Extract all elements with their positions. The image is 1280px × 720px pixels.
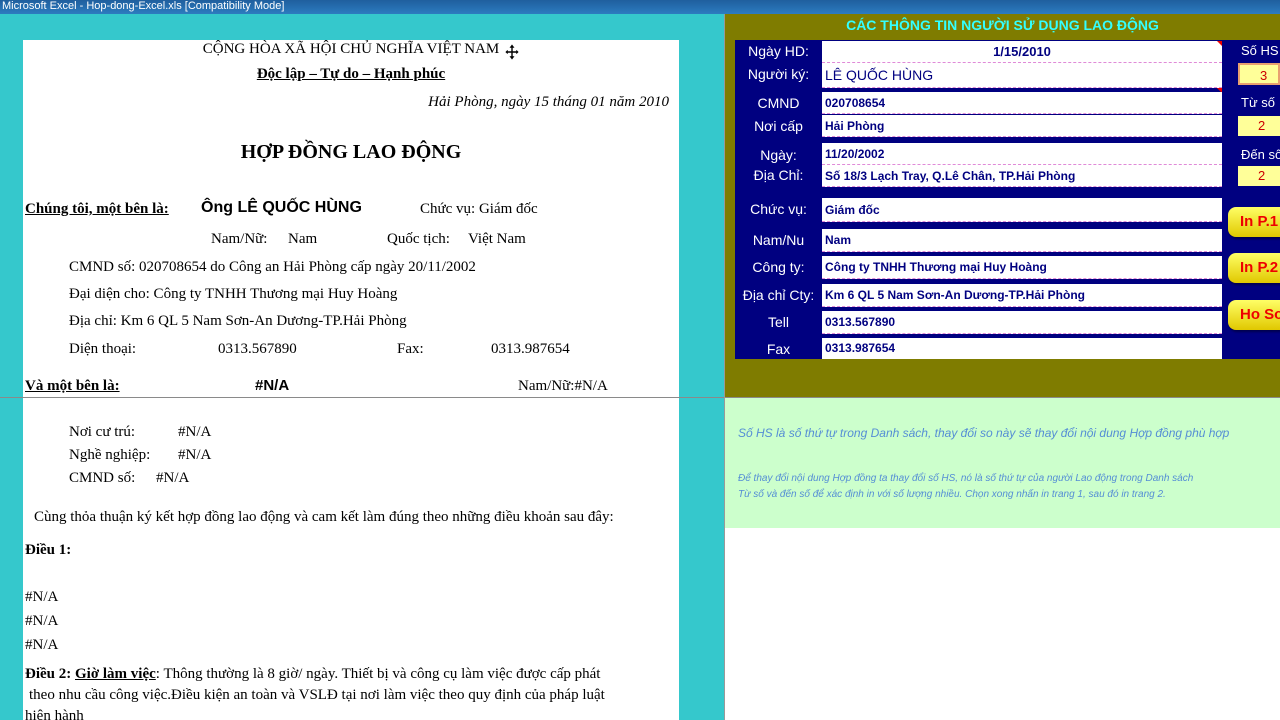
party-b-gender: Nam/Nữ:#N/A — [518, 378, 608, 394]
field-label-dia-chi-cty: Địa chỉ Cty: — [742, 287, 815, 303]
gender-value: Nam — [288, 231, 318, 247]
field-label-fax: Fax — [766, 341, 791, 357]
article-1-heading: Điều 1: — [25, 542, 72, 558]
field-label-tell: Tell — [767, 314, 789, 330]
field-label-nguoi-ky: Người ký: — [747, 66, 810, 82]
field-value-cong-ty[interactable]: Công ty TNHH Thương mại Huy Hoàng — [822, 256, 1222, 279]
field-label-cong-ty: Công ty: — [752, 259, 805, 275]
panel-title: CÁC THÔNG TIN NGƯỜI SỬ DỤNG LAO ĐỘNG — [846, 17, 1159, 33]
field-label-chuc-vu: Chức vụ: — [750, 201, 807, 217]
print-page-1-button[interactable]: In P.1 — [1228, 207, 1280, 237]
field-value-dia-chi[interactable]: Số 18/3 Lạch Tray, Q.Lê Chân, TP.Hải Phò… — [822, 165, 1222, 187]
field-label-nam-nu: Nam/Nu — [752, 232, 805, 248]
id-line: CMND số: 020708654 do Công an Hải Phòng … — [69, 259, 476, 275]
field-label-cmnd: CMND — [757, 95, 800, 111]
field-value-chuc-vu[interactable]: Giám đốc — [822, 198, 1222, 222]
tu-so-label: Từ số — [1241, 95, 1275, 110]
agreement-text: Cùng thỏa thuận ký kết hợp đồng lao động… — [34, 509, 614, 525]
motto-line-2: Độc lập – Tự do – Hạnh phúc — [256, 66, 446, 82]
window-title: Microsoft Excel - Hop-dong-Excel.xls [Co… — [0, 0, 1280, 14]
fax-value: 0313.987654 — [491, 341, 570, 357]
article-1-value-2: #N/A — [25, 613, 59, 629]
party-b-name: #N/A — [255, 377, 290, 394]
gender-label: Nam/Nữ: — [211, 231, 268, 247]
field-value-dia-chi-cty[interactable]: Km 6 QL 5 Nam Sơn-An Dương-TP.Hải Phòng — [822, 284, 1222, 307]
contract-title: HỢP ĐỒNG LAO ĐỘNG — [240, 141, 462, 163]
representative-line: Đại diện cho: Công ty TNHH Thương mại Hu… — [69, 286, 398, 302]
field-value-cmnd[interactable]: 020708654 — [822, 92, 1222, 114]
cmnd-label: CMND số: — [69, 470, 136, 486]
ho-so-button[interactable]: Ho Sơ — [1228, 300, 1280, 330]
article-2-line-2: theo nhu cầu công việc.Điều kiện an toàn… — [29, 687, 605, 703]
field-label-noi-cap: Nơi cấp — [754, 118, 803, 134]
residence-value: #N/A — [178, 424, 212, 440]
move-cursor-icon — [505, 44, 519, 60]
comment-marker — [1217, 41, 1222, 46]
phone-label: Diện thoại: — [69, 341, 137, 357]
nationality-value: Việt Nam — [468, 231, 526, 247]
field-value-ngay[interactable]: 11/20/2002 — [822, 143, 1222, 165]
party-b-label: Và một bên là: — [25, 378, 120, 394]
article-1-value-3: #N/A — [25, 637, 59, 653]
so-hs-label: Số HS — [1241, 43, 1279, 58]
instructions-box — [725, 398, 1280, 528]
job-value: #N/A — [178, 447, 212, 463]
field-label-ngay-hd: Ngày HD: — [748, 43, 809, 59]
print-page-2-button[interactable]: In P.2 — [1228, 253, 1280, 283]
note-1: Số HS là số thứ tự trong Danh sách, thay… — [738, 426, 1230, 440]
motto-line-1: CỘNG HÒA XÃ HỘI CHỦ NGHĨA VIỆT NAM — [202, 41, 500, 57]
so-hs-input[interactable]: 3 — [1238, 63, 1280, 85]
article-2-title: Giờ làm việc — [75, 666, 156, 682]
field-label-ngay: Ngày: — [760, 147, 797, 163]
den-so-input[interactable]: 2 — [1238, 166, 1280, 186]
note-3: Từ số và đến số để xác định in với số lư… — [738, 489, 1166, 500]
field-label-dia-chi: Địa Chỉ: — [753, 167, 804, 183]
field-value-nguoi-ky[interactable]: LÊ QUỐC HÙNG — [822, 63, 1222, 88]
phone-value: 0313.567890 — [218, 341, 297, 357]
den-so-label: Đến số — [1241, 147, 1280, 162]
note-2: Để thay đổi nội dung Hợp đồng ta thay đổ… — [738, 473, 1194, 484]
cmnd-value: #N/A — [156, 470, 190, 486]
article-2-text-1: : Thông thường là 8 giờ/ ngày. Thiết bị … — [155, 666, 601, 682]
fax-label: Fax: — [397, 341, 424, 357]
place-date: Hải Phòng, ngày 15 tháng 01 năm 2010 — [428, 94, 669, 110]
job-label: Nghề nghiệp: — [69, 447, 151, 463]
field-value-nam-nu[interactable]: Nam — [822, 229, 1222, 252]
article-2-line-1: Điều 2: Giờ làm việc: Thông thường là 8 … — [25, 666, 600, 683]
article-1-value-1: #N/A — [25, 589, 59, 605]
field-value-tell[interactable]: 0313.567890 — [822, 311, 1222, 334]
party-a-label: Chúng tôi, một bên là: — [25, 201, 169, 217]
contract-document: CỘNG HÒA XÃ HỘI CHỦ NGHĨA VIỆT NAM Độc l… — [23, 40, 679, 720]
party-a-position: Chức vụ: Giám đốc — [420, 201, 538, 217]
article-2-line-3: hiện hành — [25, 708, 84, 720]
residence-label: Nơi cư trú: — [69, 424, 136, 440]
nationality-label: Quốc tịch: — [387, 231, 450, 247]
party-a-name: Ông LÊ QUỐC HÙNG — [201, 199, 362, 216]
address-line: Địa chỉ: Km 6 QL 5 Nam Sơn-An Dương-TP.H… — [69, 313, 407, 329]
field-value-fax[interactable]: 0313.987654 — [822, 338, 1222, 359]
tu-so-input[interactable]: 2 — [1238, 116, 1280, 136]
article-2-label: Điều 2: — [25, 666, 72, 682]
field-value-ngay-hd[interactable]: 1/15/2010 — [822, 41, 1222, 63]
field-value-noi-cap[interactable]: Hải Phòng — [822, 115, 1222, 137]
empty-cells[interactable] — [725, 528, 1280, 720]
